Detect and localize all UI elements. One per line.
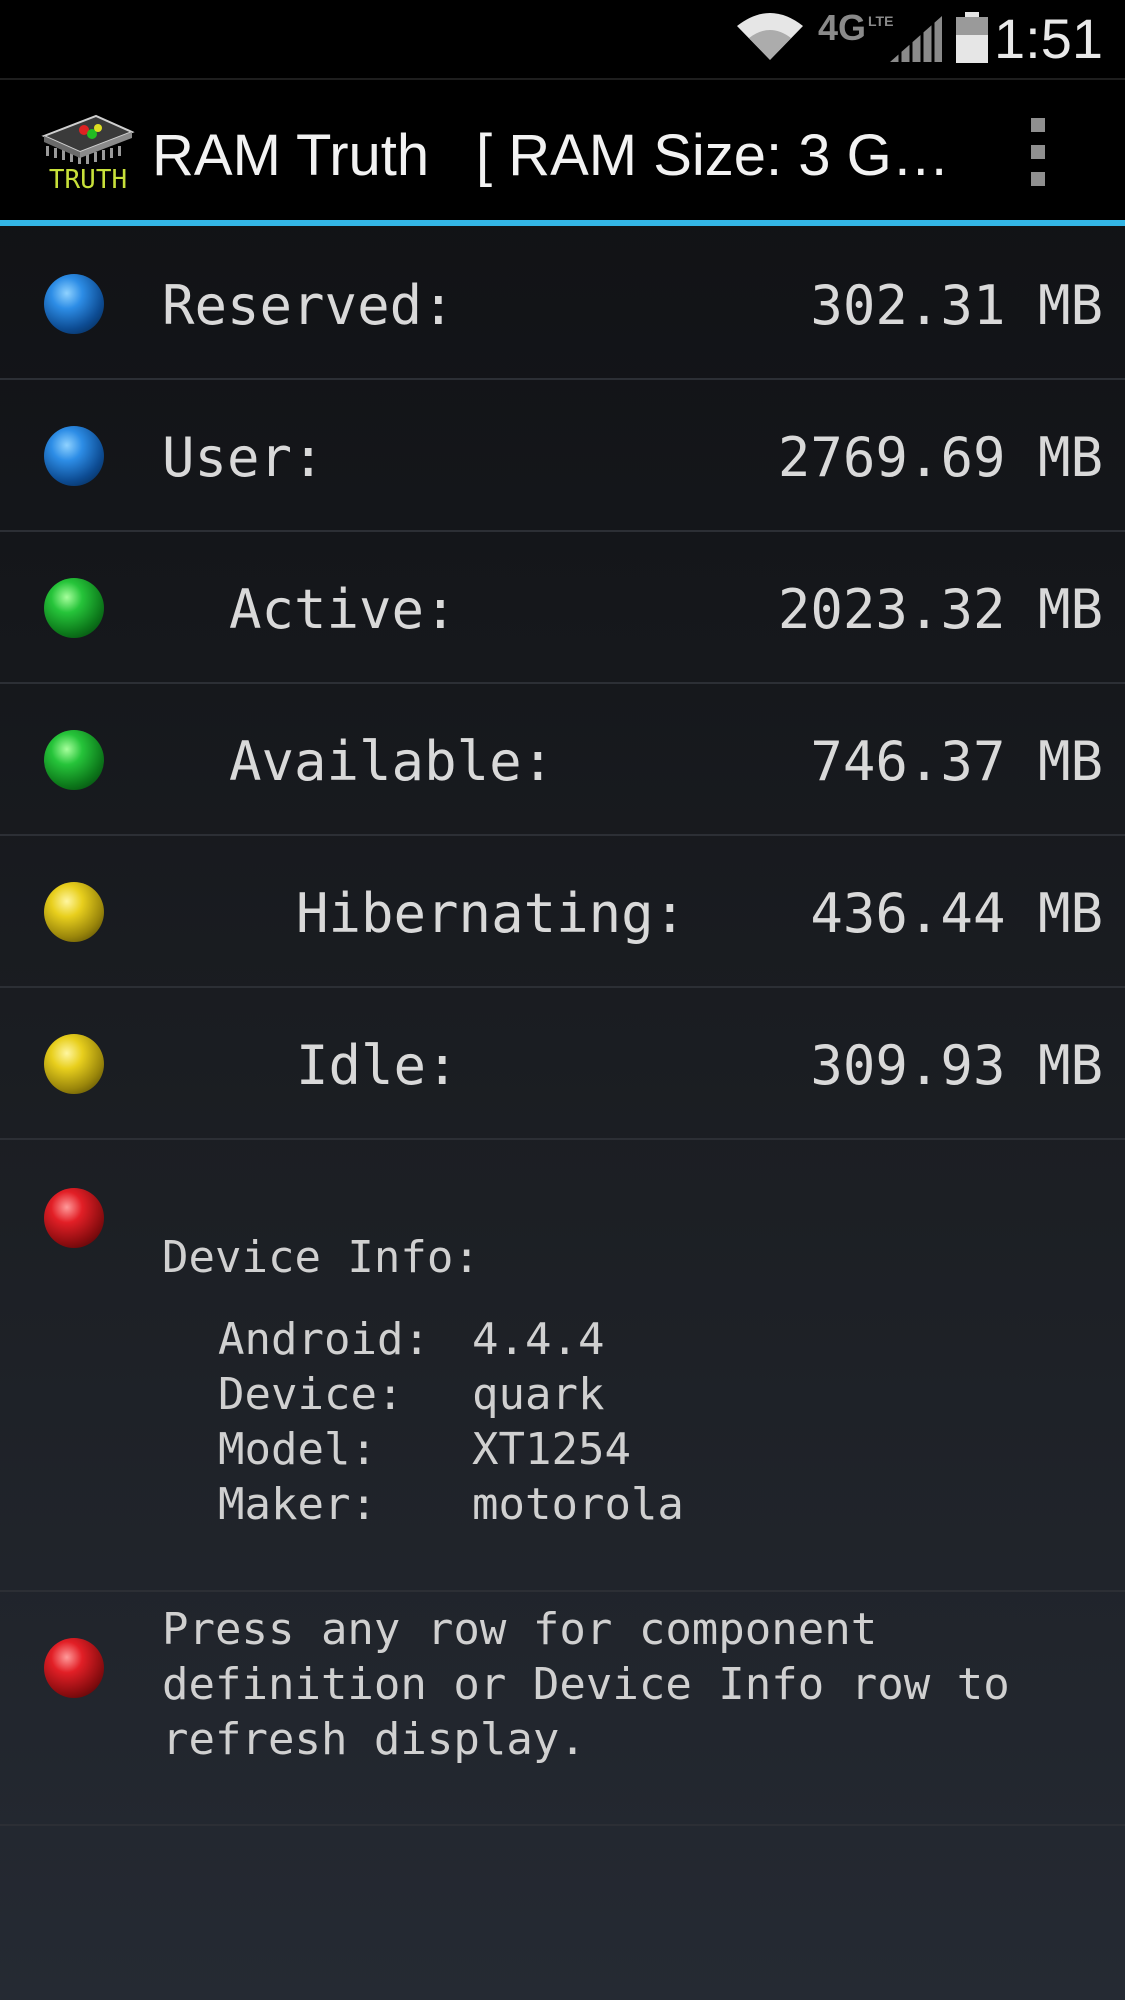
ram-row-user[interactable]: User: 2769.69 MB bbox=[0, 380, 1125, 532]
help-note-text: Press any row for component definition o… bbox=[162, 1604, 1010, 1765]
row-value: 302.31 MB bbox=[810, 274, 1103, 337]
row-label: Available: bbox=[229, 730, 555, 793]
device-info-key: Device: bbox=[218, 1369, 404, 1420]
device-info-title: Device Info: bbox=[162, 1232, 480, 1283]
ram-size-subtitle: [ RAM Size: 3 G… bbox=[476, 123, 950, 188]
green-ball-icon bbox=[44, 730, 104, 790]
red-ball-icon bbox=[44, 1188, 104, 1248]
status-bar: 4G LTE 1:51 bbox=[0, 0, 1125, 80]
device-info-value: motorola bbox=[472, 1479, 684, 1530]
signal-icon bbox=[890, 16, 942, 62]
row-label: User: bbox=[162, 426, 325, 489]
network-type-label: 4G LTE bbox=[818, 7, 894, 48]
row-label: Idle: bbox=[296, 1034, 459, 1097]
row-label: Active: bbox=[229, 578, 457, 641]
wifi-icon bbox=[737, 13, 803, 60]
blue-ball-icon bbox=[44, 426, 104, 486]
blue-ball-icon bbox=[44, 274, 104, 334]
device-info-key: Maker: bbox=[218, 1479, 377, 1530]
ram-row-idle[interactable]: Idle: 309.93 MB bbox=[0, 988, 1125, 1140]
ram-chip-icon: TRUTH bbox=[41, 114, 135, 195]
row-value: 309.93 MB bbox=[810, 1034, 1103, 1097]
overflow-menu-icon[interactable] bbox=[1020, 118, 1056, 186]
row-label: Hibernating: bbox=[296, 882, 687, 945]
ram-row-available[interactable]: Available: 746.37 MB bbox=[0, 684, 1125, 836]
ram-row-reserved[interactable]: Reserved: 302.31 MB bbox=[0, 228, 1125, 380]
row-value: 2023.32 MB bbox=[777, 578, 1103, 641]
app-title: RAM Truth bbox=[152, 123, 430, 188]
device-info-key: Android: bbox=[218, 1314, 430, 1365]
red-ball-icon bbox=[44, 1638, 104, 1698]
action-bar: TRUTH RAM Truth [ RAM Size: 3 G… bbox=[0, 80, 1125, 220]
row-value: 746.37 MB bbox=[810, 730, 1103, 793]
status-time: 1:51 bbox=[994, 7, 1103, 70]
green-ball-icon bbox=[44, 578, 104, 638]
svg-text:TRUTH: TRUTH bbox=[49, 165, 127, 195]
yellow-ball-icon bbox=[44, 1034, 104, 1094]
device-info-value: quark bbox=[472, 1369, 605, 1420]
row-value: 2769.69 MB bbox=[777, 426, 1103, 489]
row-label: Reserved: bbox=[162, 274, 455, 337]
battery-icon bbox=[956, 12, 988, 63]
device-info-value: XT1254 bbox=[472, 1424, 631, 1475]
ram-row-hibernating[interactable]: Hibernating: 436.44 MB bbox=[0, 836, 1125, 988]
device-info-row[interactable]: Device Info: Android: 4.4.4 Device: quar… bbox=[0, 1140, 1125, 1592]
row-value: 436.44 MB bbox=[810, 882, 1103, 945]
yellow-ball-icon bbox=[44, 882, 104, 942]
app-icon[interactable]: TRUTH bbox=[40, 110, 136, 196]
device-info-value: 4.4.4 bbox=[472, 1314, 605, 1365]
action-bar-divider bbox=[0, 220, 1125, 226]
device-info-key: Model: bbox=[218, 1424, 377, 1475]
ram-row-active[interactable]: Active: 2023.32 MB bbox=[0, 532, 1125, 684]
